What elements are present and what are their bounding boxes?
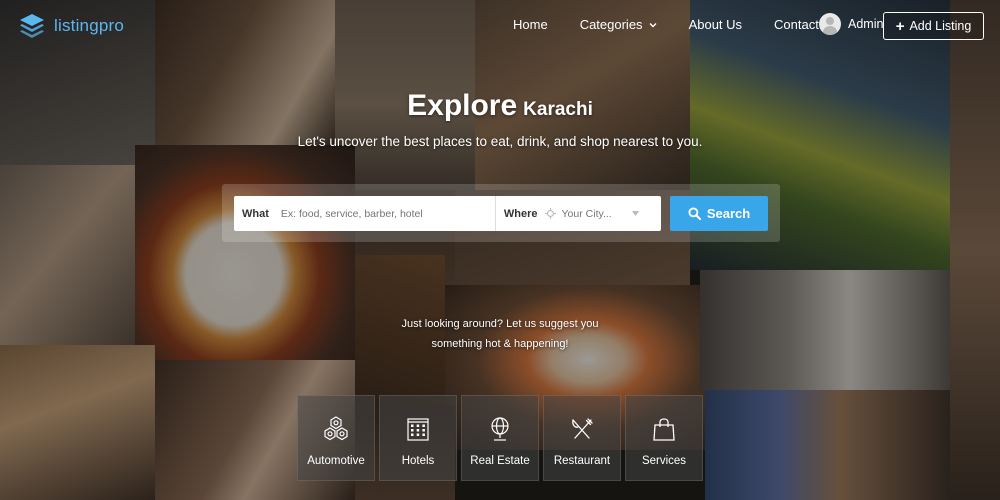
layers-logo-icon (20, 14, 44, 38)
hero-subtitle: Let's uncover the best places to eat, dr… (297, 134, 703, 149)
caret-down-icon[interactable] (631, 211, 639, 216)
search-bar: What Where (234, 196, 661, 231)
search-button[interactable]: Search (670, 196, 768, 231)
chevron-down-icon (649, 22, 657, 27)
nav-home[interactable]: Home (513, 17, 548, 32)
user-menu[interactable]: Admin (819, 13, 883, 35)
category-label: Hotels (401, 455, 435, 467)
hero-city: Karachi (523, 99, 593, 120)
search-button-label: Search (706, 206, 751, 221)
globe-icon (491, 417, 509, 441)
nav-about-us[interactable]: About Us (689, 17, 742, 32)
hero-title-text: Explore (407, 89, 518, 122)
suggest-text: Just looking around? Let us suggest you … (0, 314, 1000, 354)
category-restaurant[interactable]: Restaurant (543, 395, 621, 481)
avatar (819, 13, 841, 35)
category-real-estate[interactable]: Real Estate (461, 395, 539, 481)
search-icon (688, 207, 701, 220)
main-nav: Home Categories About Us Contact (513, 17, 851, 32)
building-icon (407, 418, 429, 441)
where-input[interactable] (561, 196, 624, 231)
add-listing-button[interactable]: + Add Listing (883, 12, 984, 40)
site-header: listingpro Home Categories About Us Cont… (0, 0, 1000, 52)
suggest-line-1: Just looking around? Let us suggest you (401, 318, 599, 330)
hexagons-icon (324, 416, 348, 441)
nav-categories[interactable]: Categories (580, 17, 657, 32)
where-label: Where (503, 207, 538, 220)
category-automotive[interactable]: Automotive (297, 395, 375, 481)
shopping-bag-icon (653, 418, 675, 441)
category-services[interactable]: Services (625, 395, 703, 481)
nav-contact[interactable]: Contact (774, 17, 819, 32)
plus-icon: + (895, 17, 905, 35)
category-hotels[interactable]: Hotels (379, 395, 457, 481)
category-label: Real Estate (470, 455, 530, 467)
category-label: Automotive (307, 455, 365, 467)
site-logo[interactable]: listingpro (18, 12, 124, 40)
crosshair-icon (544, 208, 556, 219)
category-label: Services (641, 455, 687, 467)
category-label: Restaurant (553, 455, 611, 467)
utensils-icon (572, 418, 593, 439)
what-input[interactable] (280, 196, 495, 231)
category-tiles: Automotive Hotels Real Estate Restaurant… (297, 395, 703, 481)
what-label: What (242, 207, 269, 220)
user-name: Admin (848, 17, 884, 31)
page-title: Explore Karachi (0, 86, 1000, 123)
brand-name: listingpro (54, 16, 125, 35)
add-listing-label: Add Listing (909, 19, 972, 33)
nav-categories-label: Categories (579, 17, 643, 32)
search-divider (494, 196, 496, 231)
suggest-line-2: something hot & happening! (431, 338, 569, 350)
